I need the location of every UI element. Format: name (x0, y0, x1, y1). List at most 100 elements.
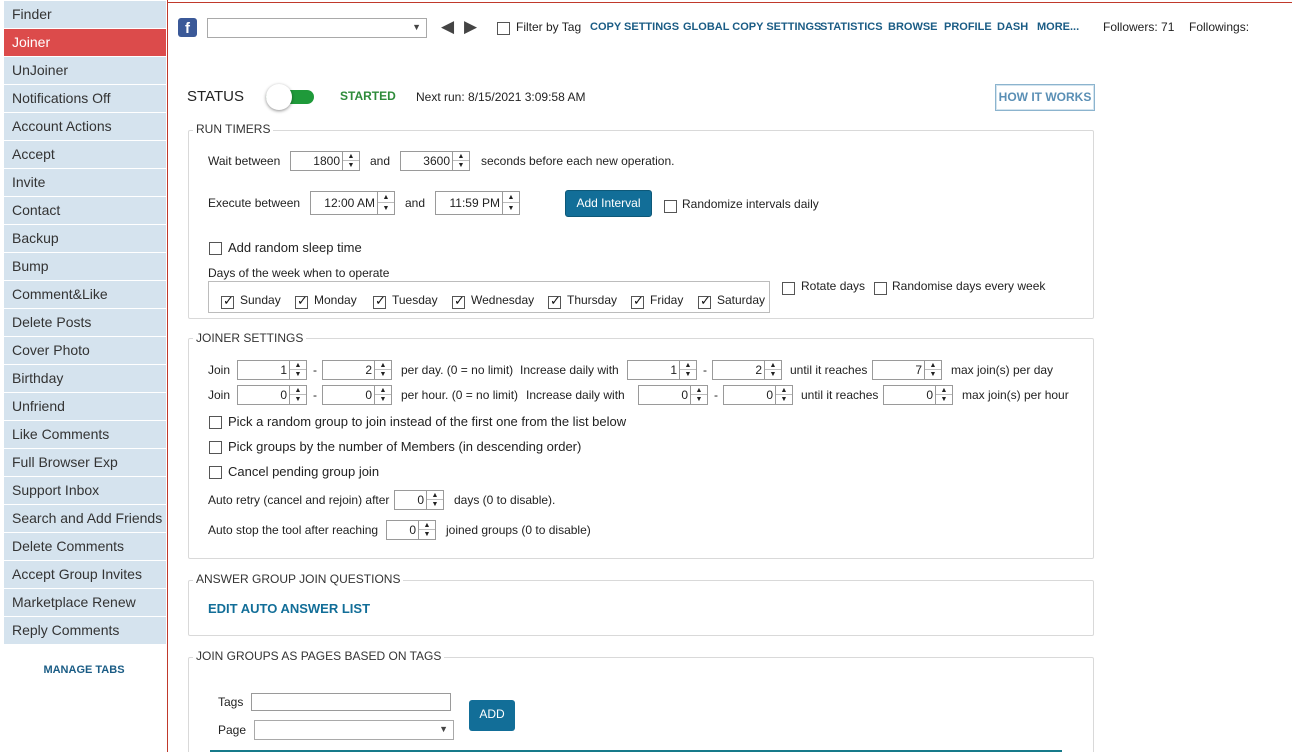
stepper-down-icon[interactable]: ▼ (765, 370, 781, 379)
stepper-up-icon[interactable]: ▲ (427, 491, 443, 500)
inc-hour-min-stepper[interactable]: 0 ▲ ▼ (638, 385, 708, 405)
sidebar-item-accept-group-invites[interactable]: Accept Group Invites (4, 561, 166, 588)
join-hour-max-stepper[interactable]: 0 ▲ ▼ (322, 385, 392, 405)
inc-day-min-stepper[interactable]: 1 ▲ ▼ (627, 360, 697, 380)
stepper-down-icon[interactable]: ▼ (290, 395, 306, 404)
stepper-up-icon[interactable]: ▲ (503, 192, 519, 203)
how-it-works-button[interactable]: HOW IT WORKS (995, 84, 1095, 111)
day-tuesday-checkbox[interactable] (373, 294, 386, 309)
sidebar-item-comment-like[interactable]: Comment&Like (4, 281, 166, 308)
prev-account-icon[interactable]: ◀ (441, 17, 454, 37)
next-account-icon[interactable]: ▶ (464, 17, 477, 37)
sidebar-item-reply-comments[interactable]: Reply Comments (4, 617, 166, 644)
day-wednesday-checkbox[interactable] (452, 294, 465, 309)
max-hour-stepper[interactable]: 0 ▲ ▼ (883, 385, 953, 405)
randomize-intervals-checkbox[interactable] (664, 200, 677, 213)
randomise-days-checkbox[interactable] (874, 282, 887, 295)
stepper-down-icon[interactable]: ▼ (503, 203, 519, 214)
cancel-pending-checkbox[interactable] (209, 466, 222, 479)
stepper-up-icon[interactable]: ▲ (343, 152, 359, 161)
sidebar-item-backup[interactable]: Backup (4, 225, 166, 252)
stepper-up-icon[interactable]: ▲ (765, 361, 781, 370)
add-tag-button[interactable]: ADD (469, 700, 515, 731)
day-friday-checkbox[interactable] (631, 294, 644, 309)
stepper-down-icon[interactable]: ▼ (375, 370, 391, 379)
stepper-up-icon[interactable]: ▲ (375, 361, 391, 370)
stepper-up-icon[interactable]: ▲ (680, 361, 696, 370)
stepper-down-icon[interactable]: ▼ (343, 161, 359, 170)
sidebar-item-full-browser-exp[interactable]: Full Browser Exp (4, 449, 166, 476)
stepper-down-icon[interactable]: ▼ (936, 395, 952, 404)
stepper-up-icon[interactable]: ▲ (925, 361, 941, 370)
copy-settings-link[interactable]: COPY SETTINGS (590, 21, 679, 33)
day-monday-checkbox[interactable] (295, 294, 308, 309)
inc-hour-max-stepper[interactable]: 0 ▲ ▼ (723, 385, 793, 405)
day-thursday-checkbox[interactable] (548, 294, 561, 309)
sidebar-item-bump[interactable]: Bump (4, 253, 166, 280)
join-day-max-stepper[interactable]: 2 ▲ ▼ (322, 360, 392, 380)
stepper-down-icon[interactable]: ▼ (290, 370, 306, 379)
sidebar-item-search-add-friends[interactable]: Search and Add Friends (4, 505, 166, 532)
account-select[interactable]: ▼ (207, 18, 427, 38)
filter-by-tag-checkbox[interactable] (497, 22, 510, 35)
stepper-down-icon[interactable]: ▼ (419, 530, 435, 539)
browse-link[interactable]: BROWSE (888, 21, 938, 33)
stepper-up-icon[interactable]: ▲ (290, 361, 306, 370)
auto-retry-stepper[interactable]: 0 ▲ ▼ (394, 490, 444, 510)
join-hour-min-stepper[interactable]: 0 ▲ ▼ (237, 385, 307, 405)
stepper-up-icon[interactable]: ▲ (375, 386, 391, 395)
sidebar-item-birthday[interactable]: Birthday (4, 365, 166, 392)
sidebar-item-unfriend[interactable]: Unfriend (4, 393, 166, 420)
sidebar-item-account-actions[interactable]: Account Actions (4, 113, 166, 140)
sidebar-item-contact[interactable]: Contact (4, 197, 166, 224)
sidebar-item-finder[interactable]: Finder (4, 1, 166, 28)
manage-tabs-link[interactable]: MANAGE TABS (0, 664, 168, 676)
sidebar-item-support-inbox[interactable]: Support Inbox (4, 477, 166, 504)
wait-max-stepper[interactable]: 3600 ▲ ▼ (400, 151, 470, 171)
dash-link[interactable]: DASH (997, 21, 1028, 33)
wait-min-stepper[interactable]: 1800 ▲ ▼ (290, 151, 360, 171)
inc-day-max-stepper[interactable]: 2 ▲ ▼ (712, 360, 782, 380)
stepper-down-icon[interactable]: ▼ (453, 161, 469, 170)
stepper-down-icon[interactable]: ▼ (378, 203, 394, 214)
join-day-min-stepper[interactable]: 1 ▲ ▼ (237, 360, 307, 380)
sidebar-item-unjoiner[interactable]: UnJoiner (4, 57, 166, 84)
stepper-down-icon[interactable]: ▼ (427, 500, 443, 509)
sidebar-item-like-comments[interactable]: Like Comments (4, 421, 166, 448)
sidebar-item-delete-posts[interactable]: Delete Posts (4, 309, 166, 336)
stepper-down-icon[interactable]: ▼ (691, 395, 707, 404)
stepper-up-icon[interactable]: ▲ (936, 386, 952, 395)
statistics-link[interactable]: STATISTICS (820, 21, 883, 33)
stepper-down-icon[interactable]: ▼ (680, 370, 696, 379)
more-link[interactable]: MORE... (1037, 21, 1079, 33)
stepper-up-icon[interactable]: ▲ (691, 386, 707, 395)
stepper-down-icon[interactable]: ▼ (375, 395, 391, 404)
stepper-up-icon[interactable]: ▲ (419, 521, 435, 530)
stepper-down-icon[interactable]: ▼ (925, 370, 941, 379)
stepper-up-icon[interactable]: ▲ (290, 386, 306, 395)
sidebar-item-invite[interactable]: Invite (4, 169, 166, 196)
sidebar-item-marketplace-renew[interactable]: Marketplace Renew (4, 589, 166, 616)
stepper-up-icon[interactable]: ▲ (776, 386, 792, 395)
sidebar-item-delete-comments[interactable]: Delete Comments (4, 533, 166, 560)
auto-stop-stepper[interactable]: 0 ▲ ▼ (386, 520, 436, 540)
page-select[interactable]: ▼ (254, 720, 454, 740)
sidebar-item-joiner[interactable]: Joiner (4, 29, 166, 56)
stepper-up-icon[interactable]: ▲ (453, 152, 469, 161)
edit-auto-answer-link[interactable]: EDIT AUTO ANSWER LIST (208, 601, 370, 616)
max-day-stepper[interactable]: 7 ▲ ▼ (872, 360, 942, 380)
global-copy-settings-link[interactable]: GLOBAL COPY SETTINGS (683, 21, 821, 33)
status-toggle-knob[interactable] (266, 84, 292, 110)
profile-link[interactable]: PROFILE (944, 21, 992, 33)
day-saturday-checkbox[interactable] (698, 294, 711, 309)
add-random-sleep-checkbox[interactable] (209, 242, 222, 255)
stepper-up-icon[interactable]: ▲ (378, 192, 394, 203)
sidebar-item-accept[interactable]: Accept (4, 141, 166, 168)
exec-start-time[interactable]: 12:00 AM ▲ ▼ (310, 191, 395, 215)
pick-random-checkbox[interactable] (209, 416, 222, 429)
add-interval-button[interactable]: Add Interval (565, 190, 652, 217)
stepper-down-icon[interactable]: ▼ (776, 395, 792, 404)
day-sunday-checkbox[interactable] (221, 294, 234, 309)
pick-by-members-checkbox[interactable] (209, 441, 222, 454)
tags-input[interactable] (251, 693, 451, 711)
